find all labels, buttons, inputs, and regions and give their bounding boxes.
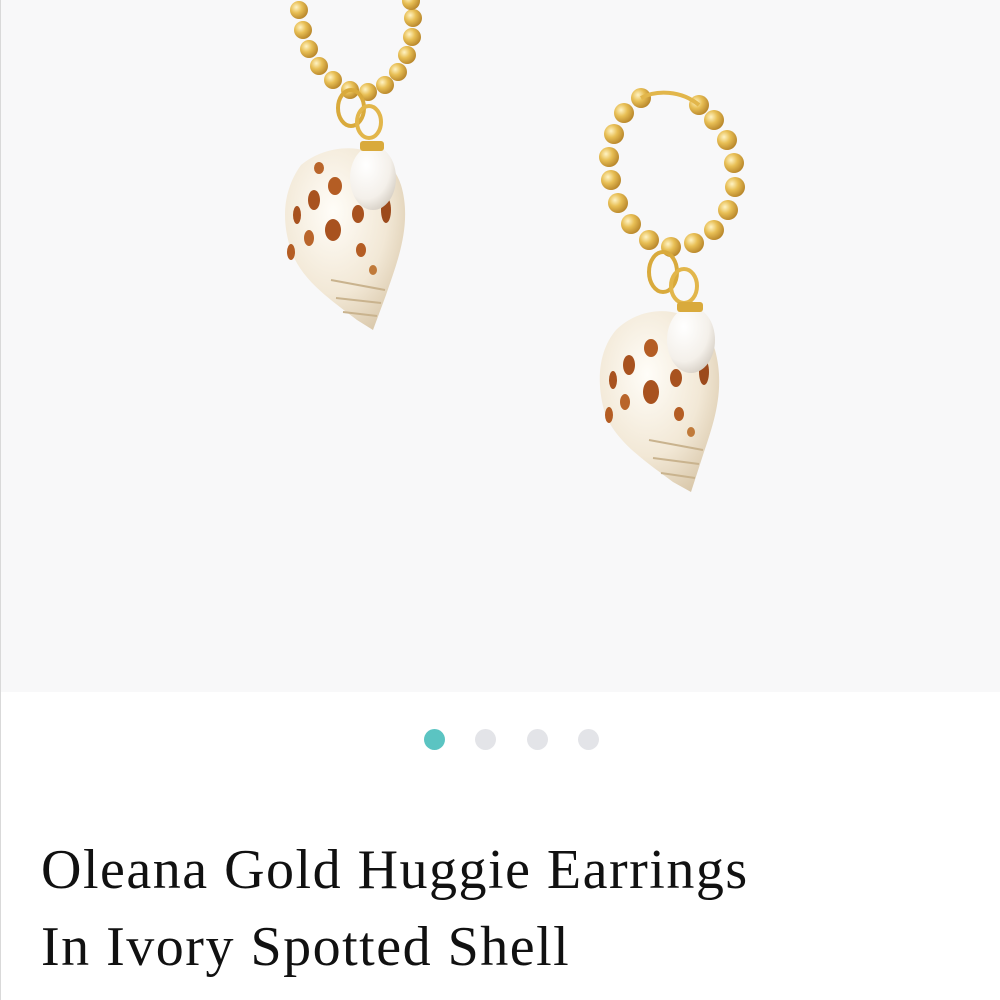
product-image[interactable]: [1, 0, 1000, 692]
product-title: Oleana Gold Huggie Earrings In Ivory Spo…: [41, 832, 971, 986]
earring-left: [285, 0, 422, 330]
carousel-dot-2[interactable]: [475, 729, 496, 750]
earring-right: [599, 88, 745, 492]
hoop-left: [290, 0, 422, 101]
carousel-dot-4[interactable]: [578, 729, 599, 750]
product-page: Oleana Gold Huggie Earrings In Ivory Spo…: [0, 0, 1000, 1000]
hoop-right: [599, 88, 745, 257]
carousel-pagination: [1, 729, 1000, 751]
carousel-dot-1[interactable]: [424, 729, 445, 750]
product-title-line-2: In Ivory Spotted Shell: [41, 916, 571, 978]
carousel-dot-3[interactable]: [527, 729, 548, 750]
pearl-left: [350, 146, 396, 210]
pearl-right: [667, 307, 715, 373]
product-title-line-1: Oleana Gold Huggie Earrings: [41, 839, 749, 901]
product-image-gallery[interactable]: [1, 0, 1000, 692]
